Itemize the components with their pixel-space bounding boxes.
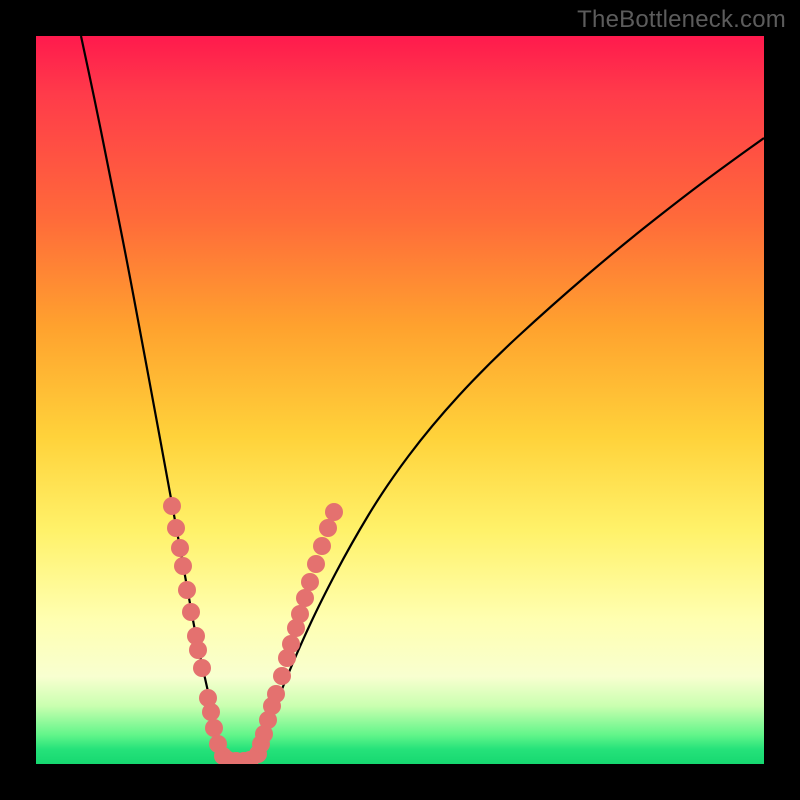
marker-dot — [301, 573, 319, 591]
marker-dot — [193, 659, 211, 677]
marker-dot — [202, 703, 220, 721]
watermark-text: TheBottleneck.com — [577, 6, 786, 34]
marker-dot — [182, 603, 200, 621]
right-curve — [254, 138, 764, 764]
marker-dot — [171, 539, 189, 557]
marker-dot — [163, 497, 181, 515]
marker-dot — [313, 537, 331, 555]
marker-dot — [291, 605, 309, 623]
marker-dot — [307, 555, 325, 573]
marker-dot — [167, 519, 185, 537]
marker-dot — [178, 581, 196, 599]
plot-area — [36, 36, 764, 764]
marker-dot — [273, 667, 291, 685]
chart-frame: TheBottleneck.com — [0, 0, 800, 800]
marker-dot — [296, 589, 314, 607]
chart-svg — [36, 36, 764, 764]
marker-dot — [282, 635, 300, 653]
marker-dot — [189, 641, 207, 659]
data-markers — [163, 497, 343, 764]
marker-dot — [205, 719, 223, 737]
marker-dot — [325, 503, 343, 521]
marker-dot — [174, 557, 192, 575]
marker-dot — [319, 519, 337, 537]
marker-dot — [267, 685, 285, 703]
